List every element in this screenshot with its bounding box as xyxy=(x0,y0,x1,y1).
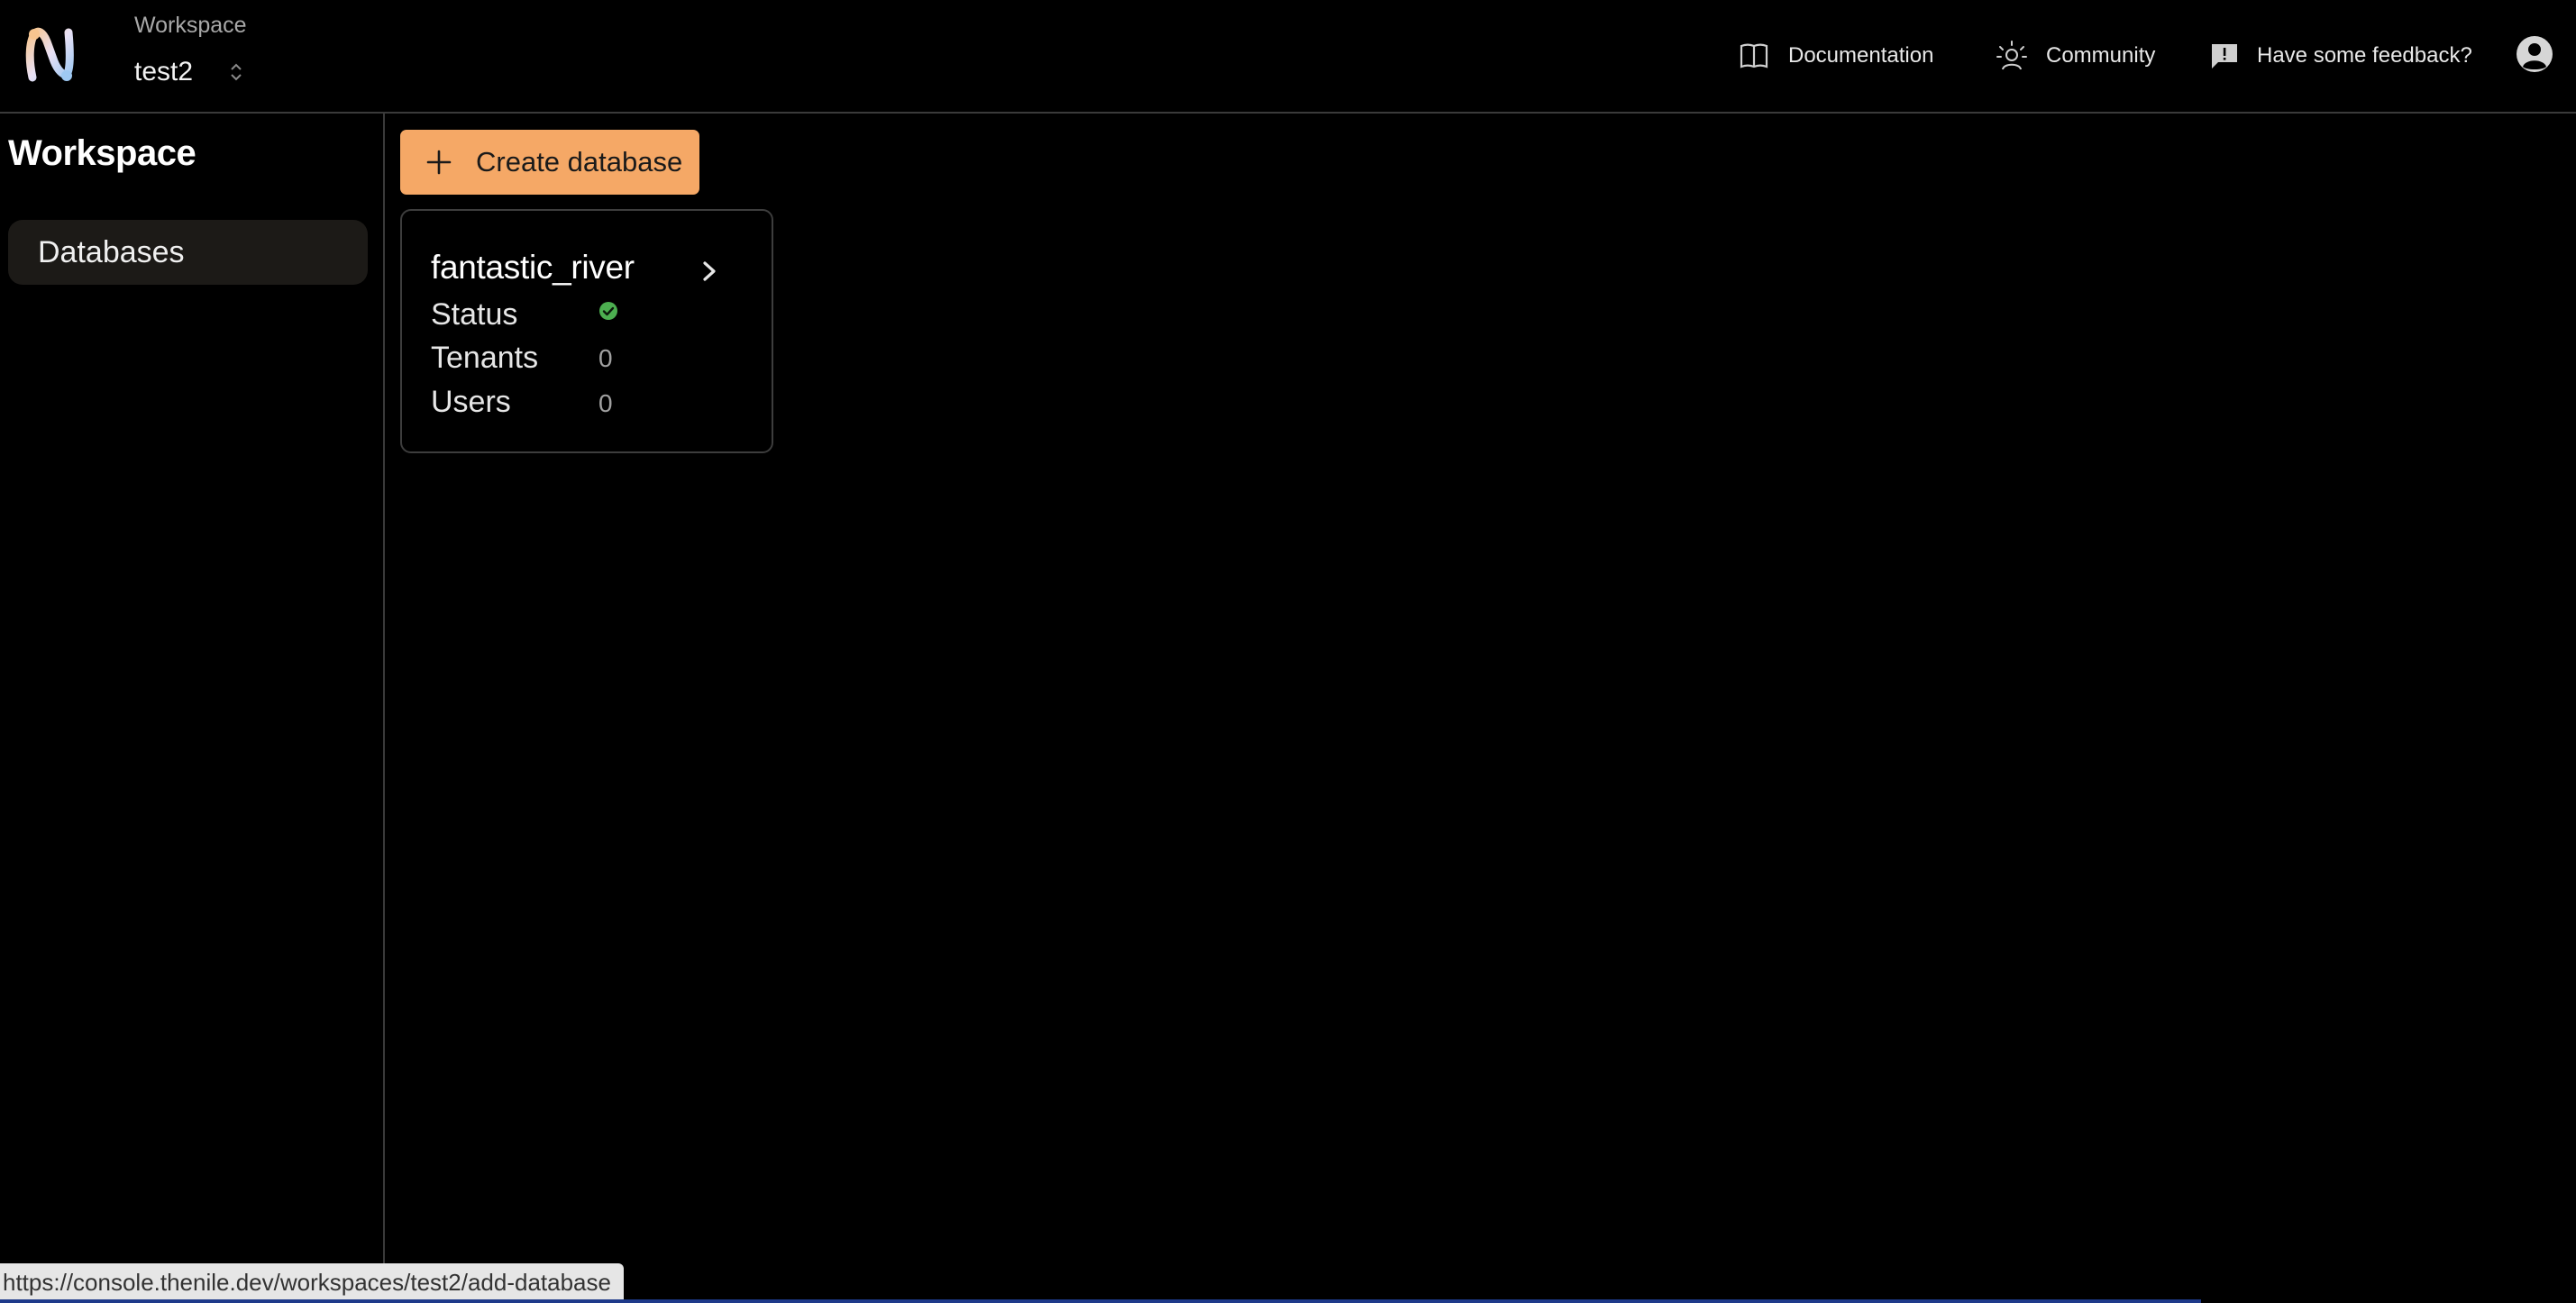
app-root: Workspace test2 Documentation Community … xyxy=(0,0,2576,1303)
feedback-icon xyxy=(2208,40,2241,72)
database-name: fantastic_river xyxy=(431,249,635,286)
workspace-label: Workspace xyxy=(134,13,247,38)
status-label: Status xyxy=(431,297,518,332)
create-database-label: Create database xyxy=(476,146,683,178)
create-database-button[interactable]: Create database xyxy=(400,130,699,195)
workspace-selector[interactable]: test2 xyxy=(134,52,245,92)
top-header: Workspace test2 Documentation Community … xyxy=(0,0,2576,114)
feedback-link[interactable]: Have some feedback? xyxy=(2208,36,2472,76)
plus-icon xyxy=(426,150,452,175)
sidebar: Workspace Databases xyxy=(0,114,385,1303)
check-circle-icon xyxy=(599,302,617,320)
community-label: Community xyxy=(2046,43,2156,68)
community-link[interactable]: Community xyxy=(1996,36,2155,76)
tenants-label: Tenants xyxy=(431,341,539,375)
nile-logo-icon[interactable] xyxy=(23,25,76,85)
user-avatar-icon[interactable] xyxy=(2515,34,2554,74)
sidebar-item-databases[interactable]: Databases xyxy=(8,220,368,285)
community-icon xyxy=(1996,40,2028,72)
bottom-strip xyxy=(0,1299,2201,1303)
users-label: Users xyxy=(431,385,511,419)
feedback-label: Have some feedback? xyxy=(2257,43,2472,68)
sidebar-item-label: Databases xyxy=(38,234,185,269)
documentation-label: Documentation xyxy=(1788,43,1934,68)
chevron-right-icon xyxy=(703,261,716,281)
users-value: 0 xyxy=(598,389,613,417)
chevron-up-down-icon xyxy=(231,63,242,81)
workspace-name: test2 xyxy=(134,57,194,87)
sidebar-title: Workspace xyxy=(8,133,196,173)
status-bar-url: https://console.thenile.dev/workspaces/t… xyxy=(0,1263,624,1301)
documentation-link[interactable]: Documentation xyxy=(1738,36,1933,76)
tenants-value: 0 xyxy=(598,344,613,372)
database-card[interactable]: fantastic_river Status Tenants 0 Users 0 xyxy=(400,209,773,453)
book-icon xyxy=(1738,40,1770,72)
